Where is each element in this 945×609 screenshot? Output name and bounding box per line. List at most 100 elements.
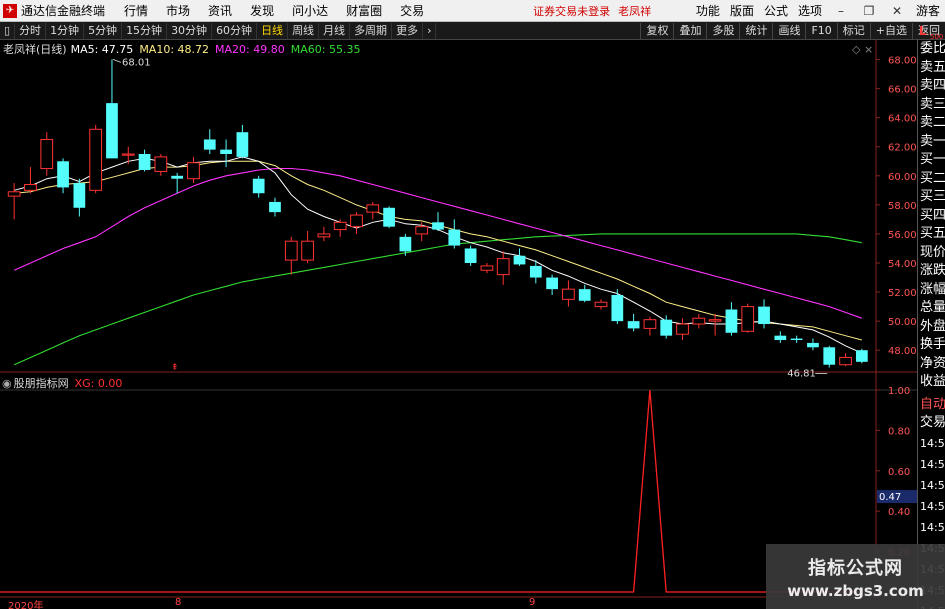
quote-field-label: 收益	[920, 374, 945, 389]
candle	[269, 197, 281, 217]
candlesticks	[7, 59, 868, 368]
candle-body	[594, 301, 608, 308]
candle	[236, 124, 249, 159]
watermark: 指标公式网 www.zbgs3.com	[766, 544, 945, 609]
chart-grid	[0, 40, 917, 598]
candle	[496, 251, 510, 285]
candle	[171, 172, 184, 194]
candle	[284, 236, 298, 275]
candle	[252, 175, 265, 198]
price-tick-label: 64.00	[888, 114, 917, 125]
quote-field-label: 涨幅	[920, 281, 945, 297]
candle-body	[692, 317, 706, 325]
watermark-title: 指标公式网	[808, 558, 903, 579]
candle-body	[399, 236, 412, 252]
quote-field-label: 卖一	[920, 133, 945, 149]
candle	[758, 299, 770, 329]
price-tick-label: 60.00	[888, 172, 917, 183]
price-tick-label: 68.00	[888, 56, 917, 67]
auto-trade-label[interactable]: 自动	[918, 396, 945, 415]
candle-body	[578, 289, 591, 301]
indicator-current-value: 0.47	[879, 492, 901, 503]
candle-body	[790, 338, 803, 341]
ma60-line	[13, 233, 862, 366]
candle-body	[480, 265, 494, 271]
candle-body	[643, 319, 657, 329]
candle-body	[758, 306, 770, 325]
price-tick-label: 56.00	[888, 230, 917, 241]
candle-body	[203, 139, 216, 150]
candle-body	[562, 288, 575, 300]
candle	[383, 206, 395, 229]
candle-body	[708, 319, 722, 322]
candle	[203, 129, 216, 154]
candle-body	[284, 240, 298, 261]
quote-field-label: 外盘	[920, 318, 945, 334]
high-pointer	[112, 59, 122, 63]
candle-body	[106, 103, 118, 159]
candle	[807, 338, 819, 351]
candle	[643, 316, 657, 336]
candle-body	[807, 342, 819, 348]
annotations: 68.01 46.81 ⇞	[112, 57, 828, 379]
candle	[350, 212, 363, 234]
candle	[855, 348, 868, 364]
candle	[187, 156, 200, 184]
quote-field-label: 现价	[920, 244, 945, 260]
candle-body	[546, 277, 558, 290]
indicator-title: ◉ 股朋指标网 XG: 0.00	[2, 375, 122, 391]
candle	[708, 313, 722, 336]
candle	[464, 245, 477, 266]
candle-body	[741, 306, 755, 332]
candle	[562, 280, 575, 307]
candle	[790, 335, 803, 343]
quote-field-label: 卖二	[920, 115, 945, 130]
candle	[432, 212, 444, 232]
low-price-label: 46.81	[787, 368, 816, 379]
candle	[57, 158, 69, 194]
candle-body	[496, 258, 510, 276]
candle-body	[676, 323, 689, 335]
indicator-tick-label: 0.40	[888, 507, 910, 518]
high-price-label: 68.01	[122, 57, 151, 68]
indicator-tick-label: 1.00	[888, 386, 910, 397]
candle-body	[432, 222, 444, 230]
moving-averages	[13, 156, 863, 366]
candle	[741, 303, 755, 333]
candle	[676, 318, 689, 341]
price-tick-label: 52.00	[888, 288, 917, 299]
candle-body	[40, 138, 54, 170]
candle	[106, 59, 118, 159]
date-month-8: 8	[175, 597, 182, 608]
candle-body	[317, 233, 331, 238]
indicator-tick-label: 0.60	[888, 467, 910, 478]
quote-field-label: 买三	[920, 189, 945, 204]
candle	[24, 167, 37, 194]
candle-body	[611, 294, 624, 322]
indicator-settings-icon[interactable]: ◉	[2, 377, 12, 390]
candle	[89, 124, 103, 194]
candle-body	[725, 309, 738, 333]
candle	[366, 201, 380, 220]
ma20-line	[13, 167, 862, 319]
candle-body	[464, 248, 477, 263]
tick-time-label: 14:56	[920, 457, 945, 471]
candle	[220, 139, 232, 168]
date-year-label: 2020年	[8, 601, 44, 609]
chart-canvas[interactable]: 68.00 66.00 64.00 62.00 60.00 58.00 56.00 54.00…	[0, 0, 945, 609]
date-month-9: 9	[529, 597, 536, 608]
candle-body	[333, 221, 347, 231]
candle-body	[269, 201, 281, 213]
candle	[7, 183, 21, 220]
candle	[546, 274, 558, 295]
candle-body	[187, 162, 200, 180]
trade-label[interactable]: 交易	[918, 414, 945, 433]
candle	[448, 219, 461, 249]
price-tick-label: 54.00	[888, 259, 917, 270]
indicator-name[interactable]: 股朋指标网	[14, 375, 69, 391]
candle	[301, 231, 314, 263]
indicator-tick-label: 0.80	[888, 426, 910, 437]
candle-body	[383, 207, 395, 227]
quote-field-label: 涨跌	[920, 263, 945, 278]
candle	[73, 178, 86, 217]
